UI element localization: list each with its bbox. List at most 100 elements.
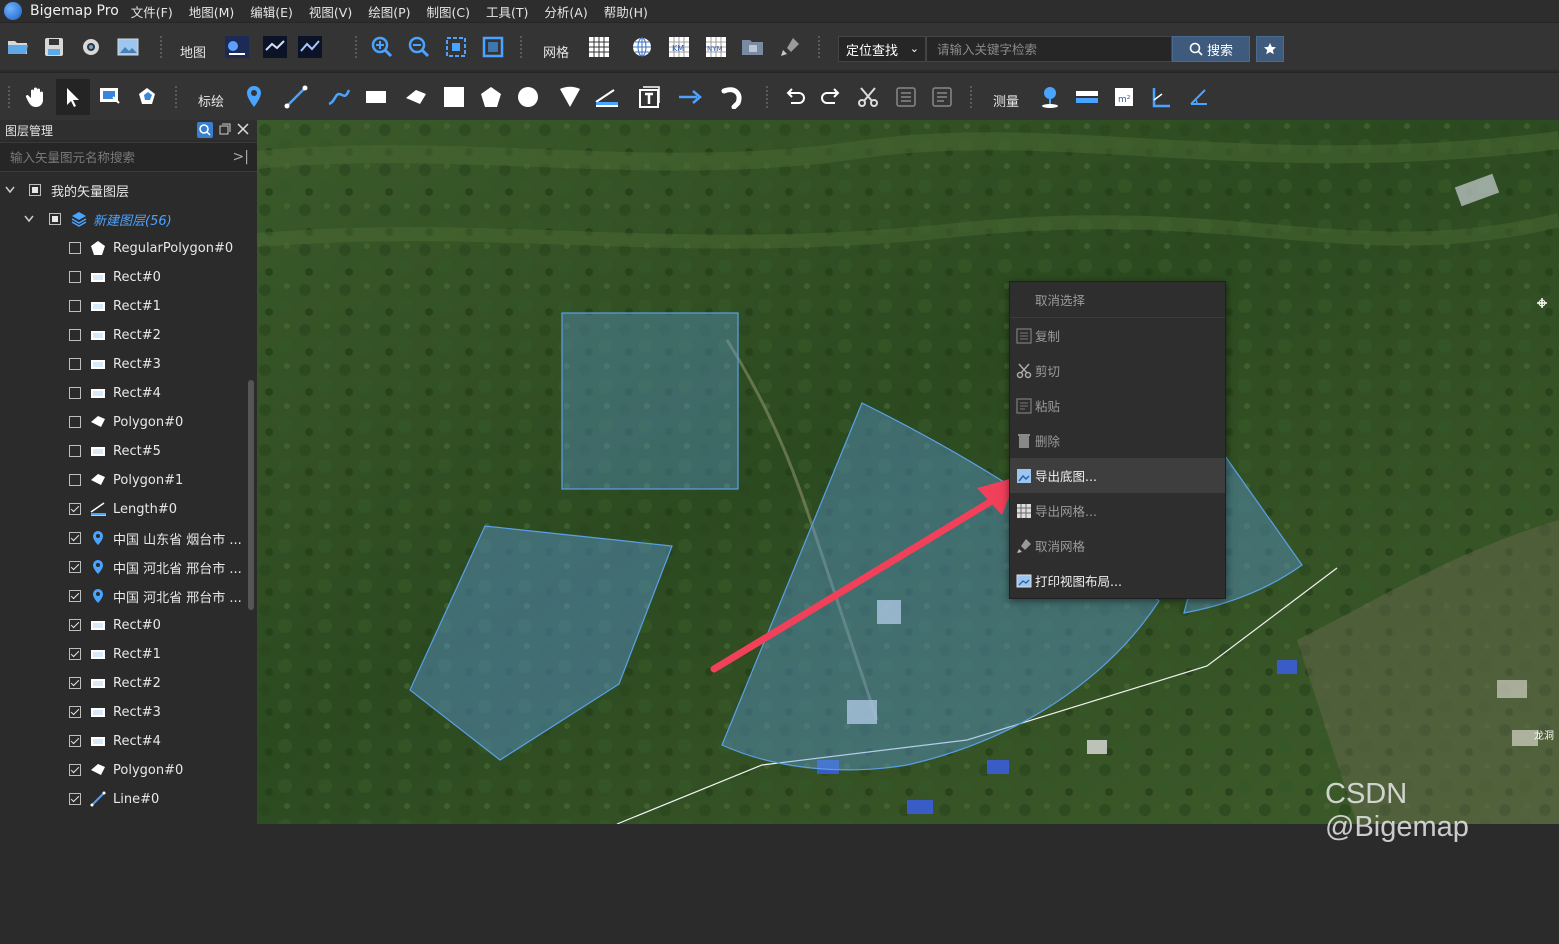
menu-export-grid[interactable]: 导出网格... — [1010, 493, 1225, 528]
grid-icon[interactable] — [586, 33, 614, 61]
measure-distance-icon[interactable] — [1073, 83, 1101, 111]
menu-print-layout[interactable]: 打印视图布局... — [1010, 563, 1225, 598]
freehand-polygon-tool-icon[interactable] — [402, 83, 430, 111]
measure-area-icon[interactable]: m² — [1110, 83, 1138, 111]
box-select-icon[interactable] — [96, 83, 124, 111]
copy-doc-icon[interactable] — [892, 83, 920, 111]
layer-item-row[interactable]: Rect#0 — [0, 611, 246, 640]
sector-tool-icon[interactable] — [556, 83, 584, 111]
layer-item-row[interactable]: Rect#2 — [0, 669, 246, 698]
layer-visibility-checkbox[interactable] — [69, 416, 81, 428]
save-icon[interactable] — [40, 33, 68, 61]
rectangle-tool-icon[interactable] — [362, 83, 390, 111]
layer-visibility-checkbox[interactable] — [69, 300, 81, 312]
image-icon[interactable] — [114, 33, 142, 61]
menu-paste[interactable]: 粘贴 — [1010, 388, 1225, 423]
layer-item-row[interactable]: Rect#1 — [0, 640, 246, 669]
layer-item-row[interactable]: Rect#1 — [0, 292, 246, 321]
full-extent-icon[interactable] — [479, 33, 507, 61]
layer-visibility-checkbox[interactable] — [69, 706, 81, 718]
menu-tools[interactable]: 工具(T) — [486, 2, 528, 21]
export-grid-folder-icon[interactable] — [739, 33, 767, 61]
tree-group-row[interactable]: 新建图层(56) — [0, 205, 246, 234]
layer-item-row[interactable]: Rect#0 — [0, 263, 246, 292]
layer-item-row[interactable]: Rect#4 — [0, 727, 246, 756]
pentagon-tool-icon[interactable] — [477, 83, 505, 111]
layer-item-row[interactable]: RegularPolygon#0 — [0, 234, 246, 263]
km-grid-icon[interactable]: KM — [665, 33, 693, 61]
tree-root-row[interactable]: 我的矢量图层 — [0, 176, 246, 205]
menu-cut[interactable]: 剪切 — [1010, 353, 1225, 388]
select-arrow-icon[interactable] — [56, 79, 90, 115]
locate-dropdown[interactable]: 定位查找 ⌄ — [838, 36, 926, 62]
menu-file[interactable]: 文件(F) — [131, 2, 173, 21]
layer-visibility-checkbox[interactable] — [69, 329, 81, 341]
satellite-map-icon[interactable] — [261, 33, 289, 61]
marker-tool-icon[interactable] — [240, 83, 268, 111]
menu-cancel-grid[interactable]: 取消网格 — [1010, 528, 1225, 563]
search-input[interactable] — [926, 36, 1172, 62]
layer-item-row[interactable]: 中国 河北省 邢台市 ... — [0, 582, 246, 611]
line-tool-icon[interactable] — [282, 83, 310, 111]
menu-analysis[interactable]: 分析(A) — [544, 2, 587, 21]
layer-item-row[interactable]: Rect#4 — [0, 379, 246, 408]
panel-close-icon[interactable] — [237, 122, 249, 136]
layer-visibility-checkbox[interactable] — [69, 358, 81, 370]
layer-item-row[interactable]: Line#0 — [0, 785, 246, 814]
layer-item-row[interactable]: Length#0 — [0, 495, 246, 524]
panel-search-icon[interactable] — [197, 122, 213, 138]
map-layers-dropdown-icon[interactable] — [298, 33, 326, 61]
menu-cartography[interactable]: 制图(C) — [427, 2, 470, 21]
menu-view[interactable]: 视图(V) — [309, 2, 352, 21]
layer-visibility-checkbox[interactable] — [69, 793, 81, 805]
curve-tool-icon[interactable] — [325, 83, 353, 111]
menu-delete[interactable]: 删除 — [1010, 423, 1225, 458]
menu-draw[interactable]: 绘图(P) — [368, 2, 410, 21]
layer-item-row[interactable]: Polygon#0 — [0, 408, 246, 437]
measure-angle-icon[interactable] — [1184, 83, 1212, 111]
menu-export-basemap[interactable]: 导出底图... — [1010, 458, 1225, 493]
curved-arrow-tool-icon[interactable] — [719, 83, 747, 111]
layer-visibility-checkbox[interactable] — [69, 532, 81, 544]
favorite-star-button[interactable] — [1256, 36, 1284, 62]
expand-chevron-icon[interactable] — [24, 215, 34, 223]
layer-search-input[interactable] — [0, 143, 257, 171]
layer-visibility-checkbox[interactable] — [69, 590, 81, 602]
layer-visibility-checkbox[interactable] — [69, 619, 81, 631]
panel-float-icon[interactable] — [219, 122, 231, 136]
layer-visibility-checkbox[interactable] — [69, 503, 81, 515]
layer-item-row[interactable]: Rect#3 — [0, 698, 246, 727]
map-view[interactable]: 龙洞 — [257, 120, 1559, 824]
drawn-rectangle[interactable] — [561, 312, 739, 490]
layer-visibility-checkbox[interactable] — [69, 648, 81, 660]
layer-visibility-checkbox[interactable] — [69, 561, 81, 573]
root-checkbox[interactable] — [29, 184, 41, 196]
settings-gear-icon[interactable] — [77, 33, 105, 61]
layer-item-row[interactable]: Polygon#0 — [0, 756, 246, 785]
map-compass-icon[interactable] — [1535, 296, 1549, 310]
map-source-icon[interactable] — [223, 33, 251, 61]
layer-item-row[interactable]: 中国 河北省 邢台市 ... — [0, 553, 246, 582]
undo-icon[interactable] — [781, 83, 809, 111]
scrollbar-thumb[interactable] — [248, 380, 254, 610]
redo-icon[interactable] — [817, 83, 845, 111]
menu-map[interactable]: 地图(M) — [189, 2, 235, 21]
circle-tool-icon[interactable] — [514, 83, 542, 111]
measure-point-icon[interactable] — [1036, 83, 1064, 111]
length-measure-tool-icon[interactable] — [593, 83, 621, 111]
search-button[interactable]: 搜索 — [1172, 36, 1250, 62]
panel-scrollbar[interactable] — [247, 260, 255, 944]
lat-lon-grid-icon[interactable] — [628, 33, 656, 61]
menu-edit[interactable]: 编辑(E) — [250, 2, 293, 21]
group-checkbox[interactable] — [49, 213, 61, 225]
clear-grid-brush-icon[interactable] — [776, 33, 804, 61]
measure-height-icon[interactable] — [1147, 83, 1175, 111]
expand-chevron-icon[interactable] — [5, 186, 15, 194]
layer-item-row[interactable]: Rect#3 — [0, 350, 246, 379]
zoom-in-icon[interactable] — [368, 33, 396, 61]
layer-visibility-checkbox[interactable] — [69, 445, 81, 457]
open-folder-icon[interactable] — [4, 33, 32, 61]
pan-hand-icon[interactable] — [22, 83, 50, 111]
layer-item-row[interactable]: Polygon#1 — [0, 466, 246, 495]
layer-visibility-checkbox[interactable] — [69, 677, 81, 689]
